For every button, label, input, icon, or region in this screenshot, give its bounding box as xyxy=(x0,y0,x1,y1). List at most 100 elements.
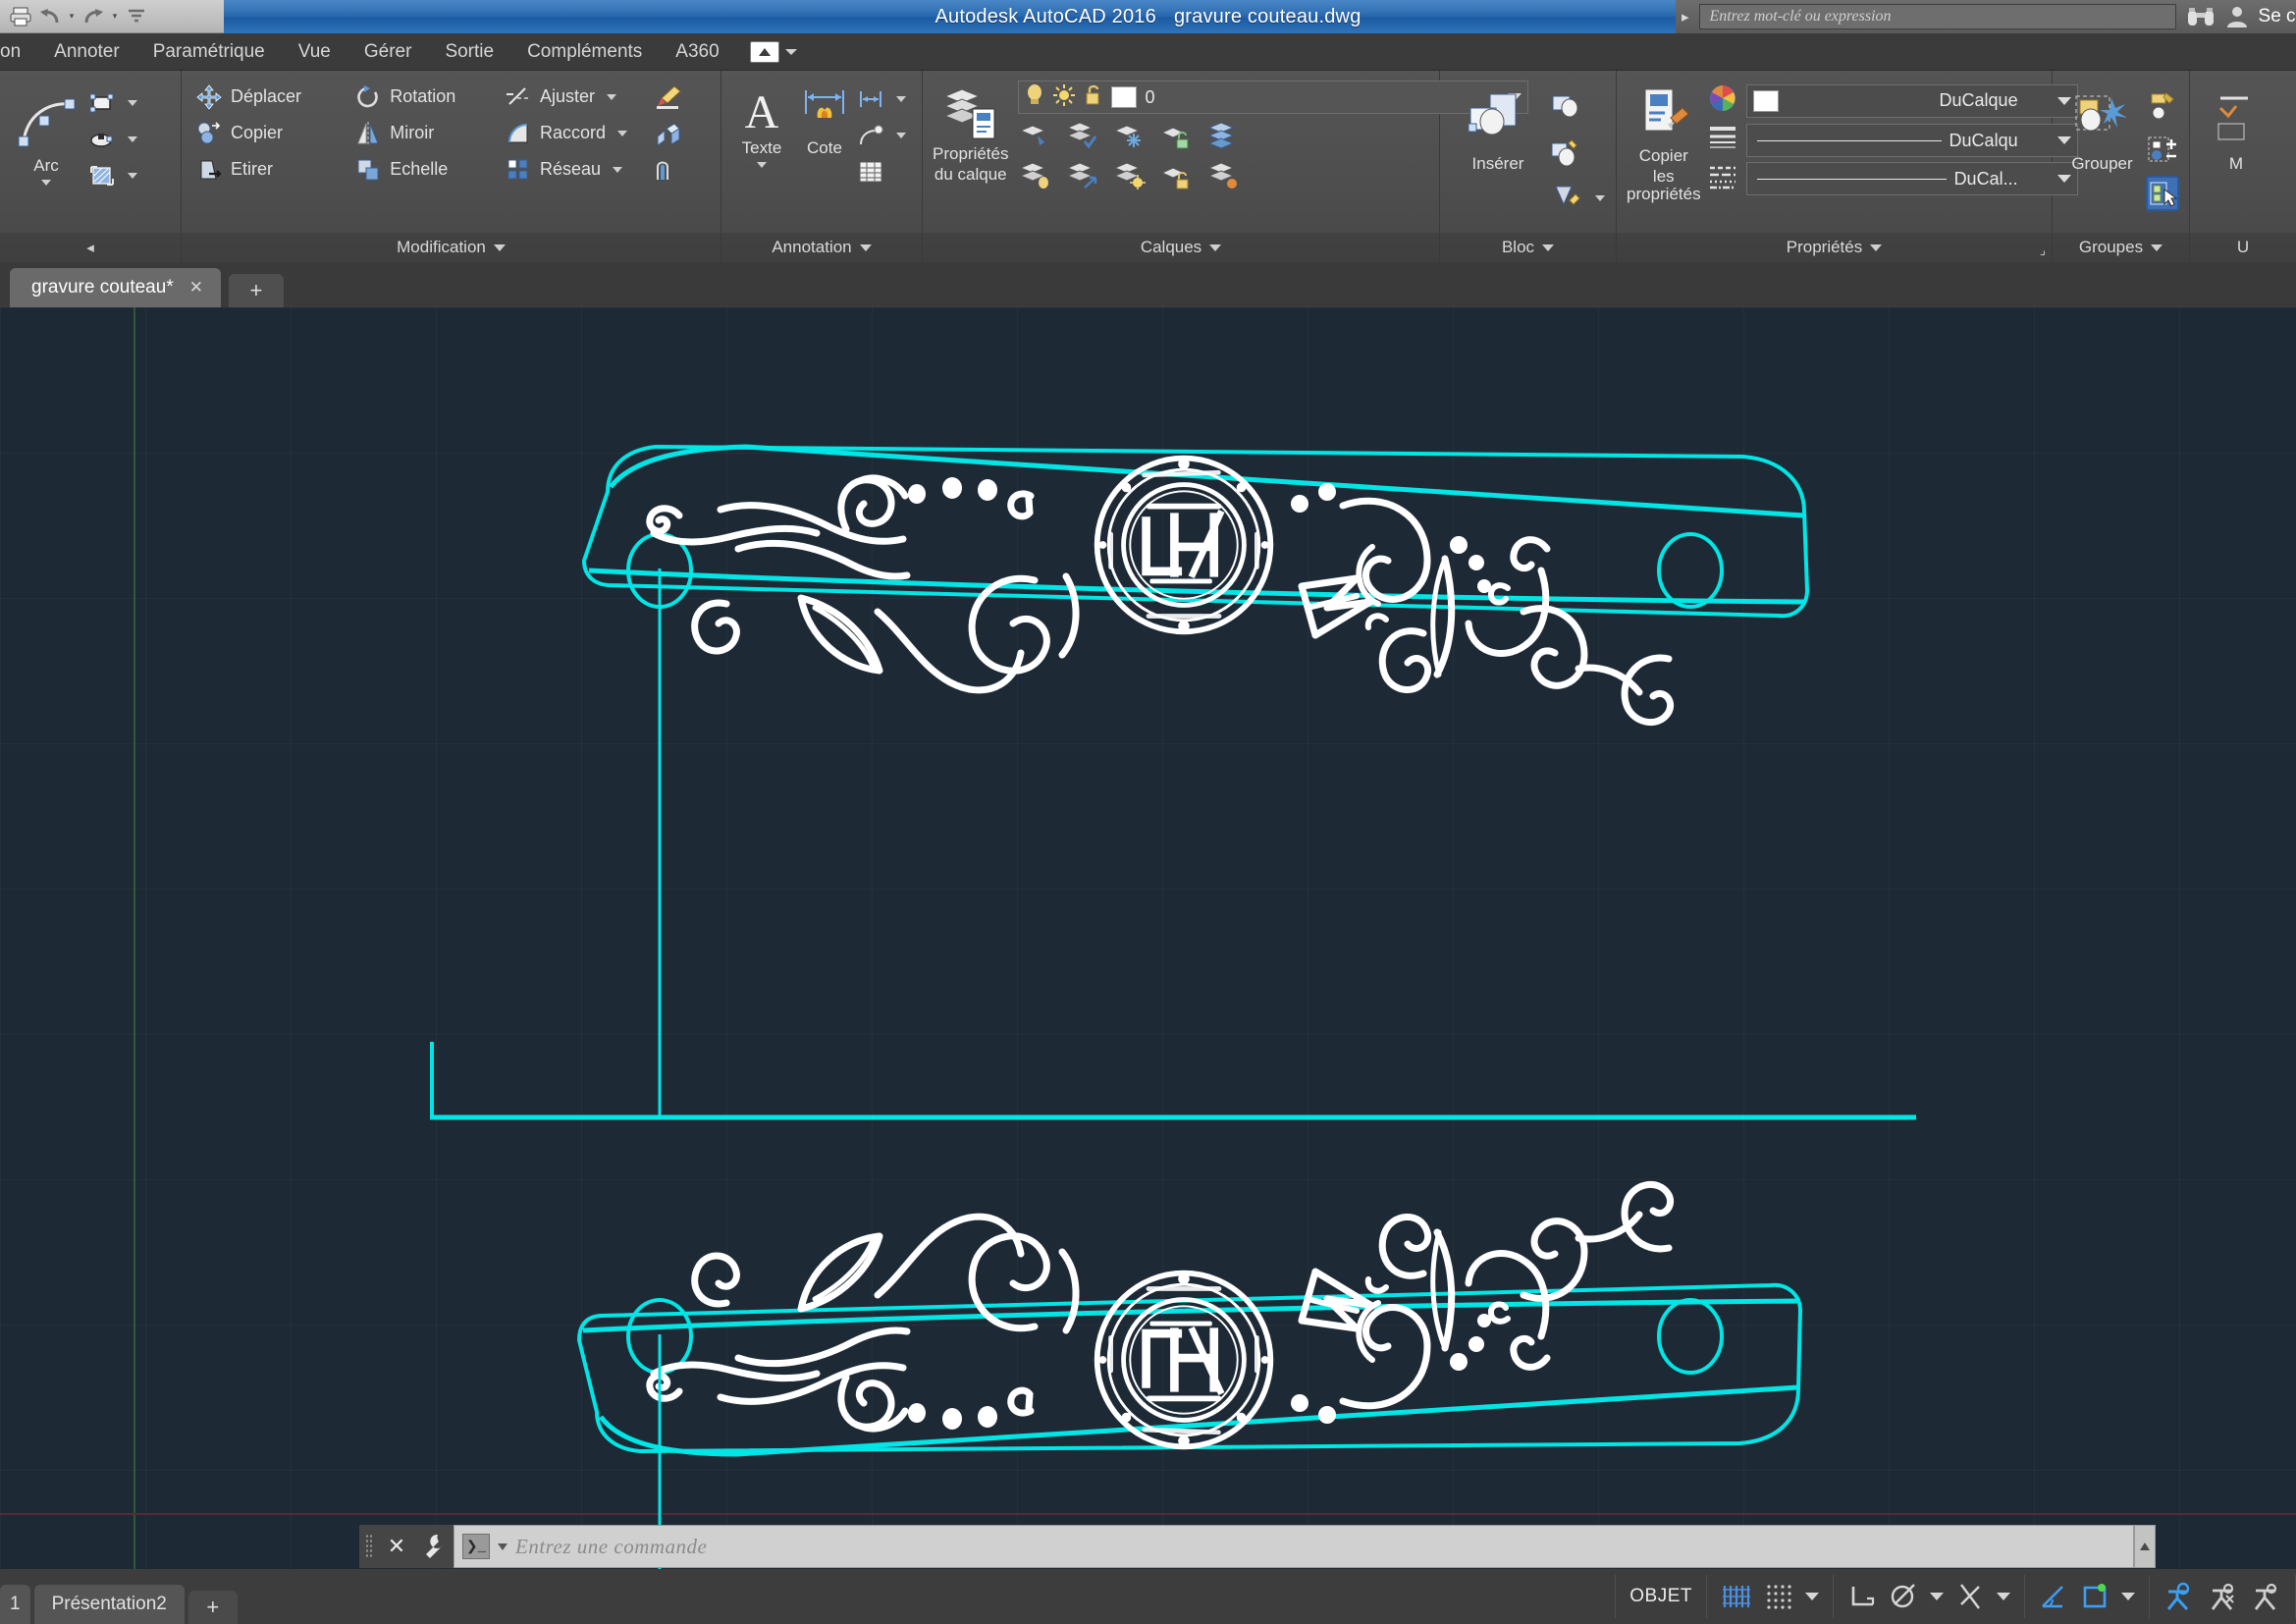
chevron-down-icon[interactable] xyxy=(1542,244,1555,251)
linetype-icon[interactable] xyxy=(1707,163,1738,195)
layer-freeze-icon[interactable] xyxy=(1112,120,1146,154)
lightbulb-icon[interactable] xyxy=(1025,83,1044,112)
osnap-dropdown-caret[interactable] xyxy=(1997,1593,2010,1600)
insert-block-button[interactable]: Insérer xyxy=(1450,86,1546,174)
chevron-down-icon[interactable] xyxy=(1209,244,1222,251)
drawing-canvas[interactable]: Y X xyxy=(0,307,2296,1569)
leader-dropdown-caret[interactable] xyxy=(896,132,906,138)
undo-dropdown-caret[interactable]: ▾ xyxy=(67,11,77,22)
panel-title-groupes[interactable]: Groupes xyxy=(2053,233,2189,262)
rectangle-button[interactable] xyxy=(88,84,137,121)
layout-tab-presentation2[interactable]: Présentation2 xyxy=(33,1585,185,1624)
layer-unlock-icon[interactable] xyxy=(1159,160,1193,194)
text-button[interactable]: A Texte xyxy=(731,81,792,168)
create-block-button[interactable] xyxy=(1550,86,1605,130)
layer-turn-all-on-icon[interactable] xyxy=(1112,160,1147,194)
undo-icon[interactable] xyxy=(37,5,63,28)
trim-dropdown-caret[interactable] xyxy=(607,93,617,100)
panel-title-proprietes[interactable]: Propriétés ⌟ xyxy=(1617,233,2052,262)
layer-lock-icon[interactable] xyxy=(1159,120,1193,154)
panel-title-modification[interactable]: Modification xyxy=(182,233,721,262)
panel-title-utilitaires[interactable]: U xyxy=(2190,233,2296,262)
panel-title-bloc[interactable]: Bloc xyxy=(1440,233,1616,262)
ellipse-button[interactable] xyxy=(88,121,137,157)
layer-previous-icon[interactable] xyxy=(1206,160,1240,194)
edit-group-button[interactable] xyxy=(2146,86,2179,128)
unlocked-padlock-icon[interactable] xyxy=(1084,83,1103,112)
rotate-button[interactable]: Rotation xyxy=(354,79,505,115)
text-dropdown-caret[interactable] xyxy=(757,161,767,168)
panel-scroll-left-arrow[interactable]: ◂ xyxy=(86,239,94,256)
block-editor-dropdown-caret[interactable] xyxy=(1595,195,1605,201)
wrench-icon[interactable] xyxy=(414,1525,454,1568)
sun-icon[interactable] xyxy=(1052,83,1076,112)
group-button[interactable]: Grouper xyxy=(2062,86,2142,174)
command-line-close-button[interactable]: ✕ xyxy=(379,1525,414,1568)
object-color-combo[interactable]: DuCalque xyxy=(1745,83,2078,118)
annotation-autoscale-toggle[interactable] xyxy=(2207,1582,2238,1611)
command-line-scroll-button[interactable] xyxy=(2134,1525,2156,1568)
block-editor-button[interactable] xyxy=(1550,177,1605,220)
ribbon-tab-vue[interactable]: Vue xyxy=(282,33,347,71)
chevron-down-icon[interactable] xyxy=(1870,244,1883,251)
knife-scale-lower[interactable] xyxy=(576,1184,1803,1457)
ribbon-tab-annoter[interactable]: Annoter xyxy=(37,33,136,71)
customize-qat-icon[interactable] xyxy=(124,5,149,28)
arc-dropdown-caret[interactable] xyxy=(41,179,51,186)
print-icon[interactable] xyxy=(8,5,33,28)
array-dropdown-caret[interactable] xyxy=(613,166,623,173)
object-snap-label[interactable]: OBJET xyxy=(1629,1586,1692,1607)
file-tab-gravure-couteau[interactable]: gravure couteau* ✕ xyxy=(10,268,221,307)
paintbrush-button[interactable] xyxy=(655,79,711,115)
arc-button[interactable]: Arc xyxy=(10,84,82,186)
fillet-button[interactable]: Raccord xyxy=(505,115,655,151)
dynamic-input-toggle[interactable] xyxy=(2080,1583,2109,1610)
linear-dimension-button[interactable] xyxy=(857,81,906,117)
properties-panel-expander-icon[interactable]: ⌟ xyxy=(2040,243,2046,258)
scale-button[interactable]: Echelle xyxy=(354,151,505,188)
linetype-combo[interactable]: DuCal... xyxy=(1745,162,2078,195)
dimension-button[interactable]: Cote xyxy=(794,81,855,158)
hatch-dropdown-caret[interactable] xyxy=(128,172,137,179)
ribbon-minimize-icon[interactable] xyxy=(749,40,779,63)
panel-title-annotation[interactable]: Annotation xyxy=(721,233,922,262)
rectangle-dropdown-caret[interactable] xyxy=(128,99,137,106)
move-button[interactable]: Déplacer xyxy=(195,79,354,115)
layer-properties-button[interactable]: Propriétés du calque xyxy=(933,81,1008,184)
layer-make-current-icon[interactable] xyxy=(1206,120,1240,154)
stretch-button[interactable]: Etirer xyxy=(195,151,354,188)
copy-button[interactable]: Copier xyxy=(195,115,354,151)
ribbon-minimize-caret[interactable] xyxy=(784,48,797,55)
dynamic-dropdown-caret[interactable] xyxy=(2121,1593,2135,1600)
command-history-caret[interactable] xyxy=(498,1543,507,1550)
user-icon[interactable] xyxy=(2225,4,2249,29)
redo-dropdown-caret[interactable]: ▾ xyxy=(110,11,120,22)
object-snap-tracking-toggle[interactable] xyxy=(1955,1583,1985,1610)
annotation-scale-toggle[interactable] xyxy=(2250,1582,2281,1611)
polar-dropdown-caret[interactable] xyxy=(1930,1593,1944,1600)
add-remove-group-button[interactable] xyxy=(2146,130,2179,171)
lineweight-icon[interactable] xyxy=(1707,125,1738,157)
utilities-button[interactable]: M xyxy=(2200,86,2272,174)
explode-button[interactable] xyxy=(655,115,711,151)
ribbon-tab-a360[interactable]: A360 xyxy=(659,33,735,71)
knife-scale-upper[interactable] xyxy=(581,444,1810,723)
mirror-button[interactable]: Miroir xyxy=(354,115,505,151)
table-button[interactable] xyxy=(857,153,906,189)
annotation-visibility-toggle[interactable] xyxy=(2163,1582,2195,1611)
polar-tracking-toggle[interactable] xyxy=(1889,1583,1918,1610)
trim-button[interactable]: Ajuster xyxy=(505,79,655,115)
chevron-down-icon[interactable] xyxy=(493,244,506,251)
color-wheel-icon[interactable] xyxy=(1707,82,1738,119)
lineweight-combo[interactable]: DuCalqu xyxy=(1745,124,2078,157)
snap-dropdown-caret[interactable] xyxy=(1805,1593,1819,1600)
new-layout-button[interactable]: + xyxy=(187,1591,238,1624)
chevron-down-icon[interactable] xyxy=(859,244,872,251)
ortho-mode-toggle[interactable] xyxy=(1847,1583,1877,1610)
array-button[interactable]: Réseau xyxy=(505,151,655,188)
layer-unisolate-icon[interactable] xyxy=(1065,120,1098,154)
layout-tab-1[interactable]: 1 xyxy=(0,1585,30,1624)
binoculars-icon[interactable] xyxy=(2186,4,2216,29)
grid-display-toggle[interactable] xyxy=(1721,1582,1752,1611)
snap-mode-toggle[interactable] xyxy=(1764,1582,1793,1611)
